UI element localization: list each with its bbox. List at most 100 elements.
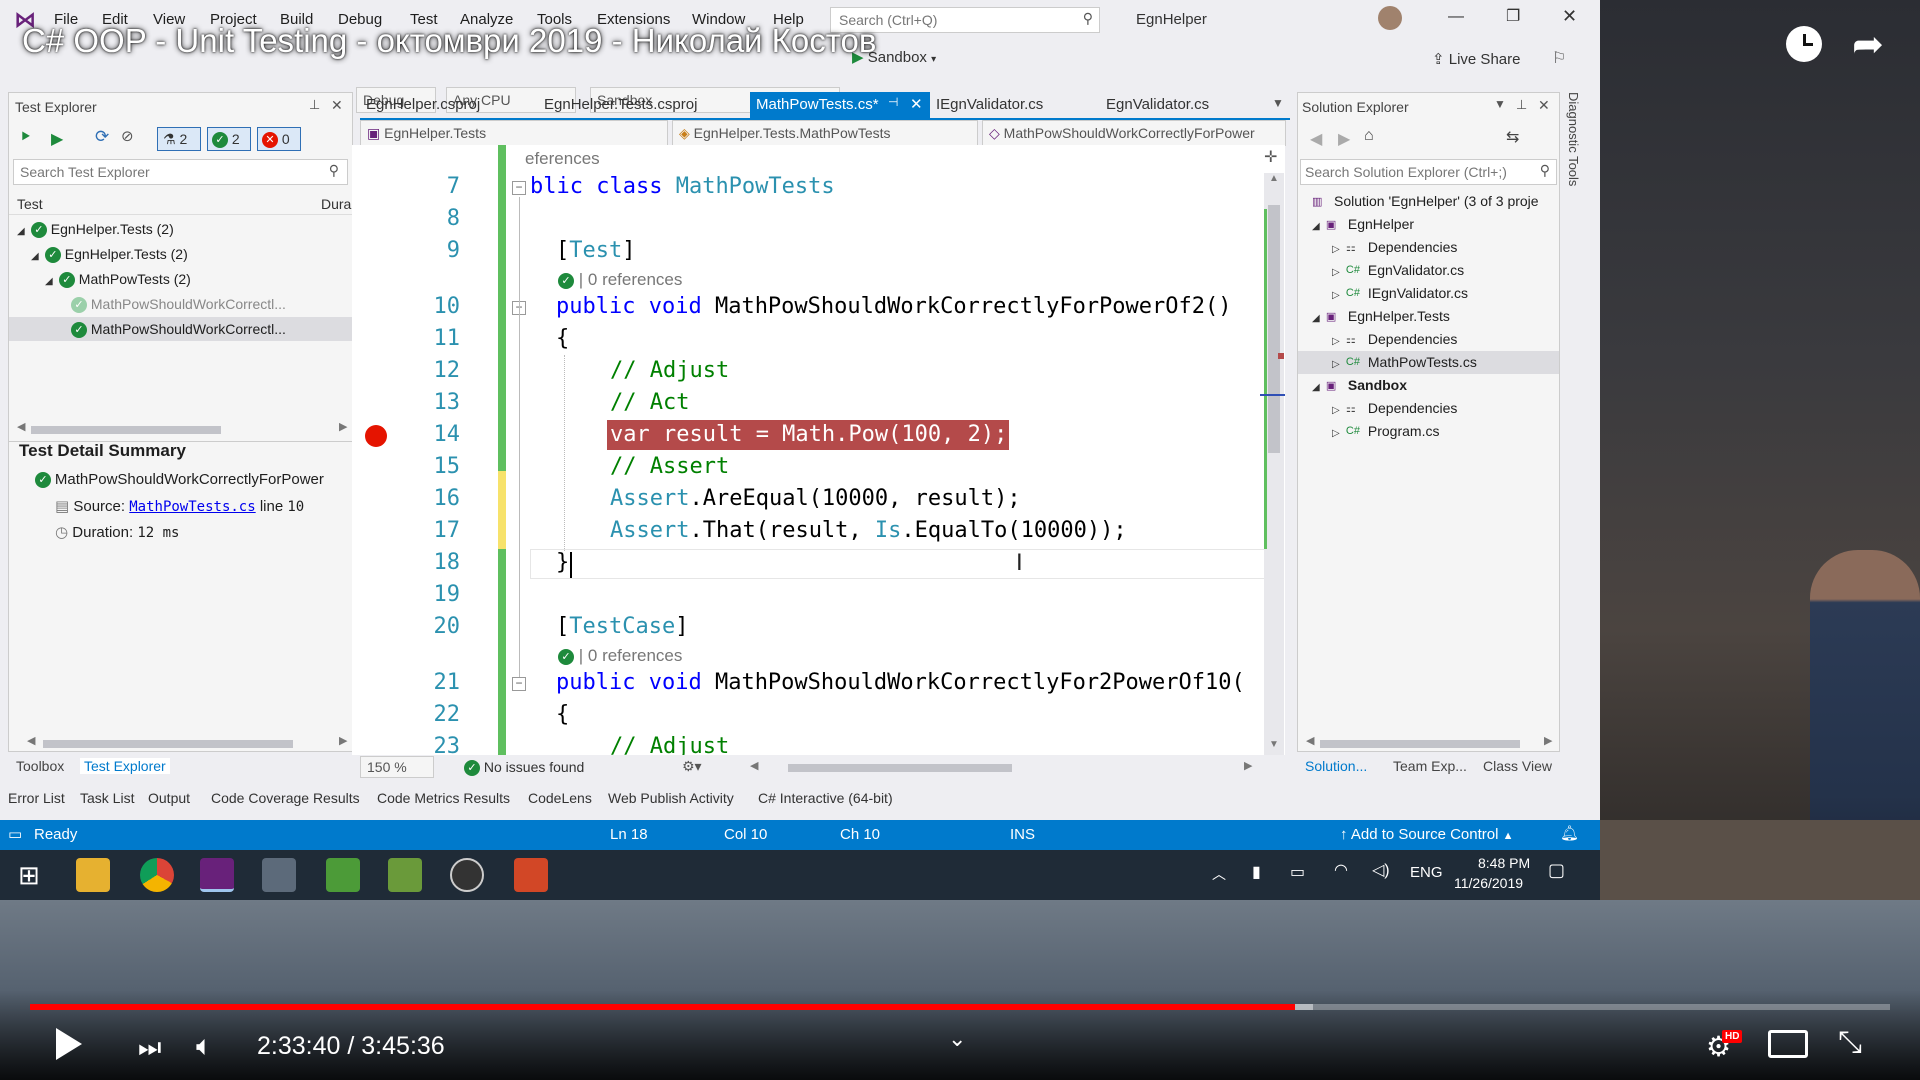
tab-toolbox[interactable]: Toolbox: [16, 758, 64, 774]
volume-tray-icon[interactable]: ◁): [1372, 860, 1390, 880]
tab-codelens[interactable]: CodeLens: [528, 790, 592, 806]
scroll-right-icon[interactable]: ▶: [1244, 759, 1252, 772]
back-icon[interactable]: ◀: [1310, 129, 1322, 149]
scroll-right-icon[interactable]: ▶: [339, 734, 347, 747]
minimize-icon[interactable]: —: [1448, 8, 1464, 26]
failed-tests-filter[interactable]: ✕ 0: [257, 127, 301, 151]
tab-egnhelper-tests-csproj[interactable]: EgnHelper.Tests.csproj: [544, 96, 697, 113]
issues-indicator[interactable]: ✓ No issues found: [464, 759, 584, 777]
code-editor[interactable]: eferences ✛ 7 8 9 10 11 12 13 14 15 16 1…: [352, 145, 1285, 755]
project-egnhelper[interactable]: ◢ ▣ EgnHelper: [1312, 216, 1414, 232]
notification-bell-icon[interactable]: 🔔︎: [1560, 824, 1579, 842]
action-center-icon[interactable]: ▢: [1548, 860, 1565, 881]
tab-csharp-interactive[interactable]: C# Interactive (64-bit): [758, 790, 893, 806]
close-panel-icon[interactable]: ✕: [331, 97, 343, 114]
file-egnvalidator[interactable]: ▷ C# EgnValidator.cs: [1332, 262, 1464, 278]
codelens-row[interactable]: ✓ | 0 references: [558, 270, 682, 290]
file-program[interactable]: ▷ C# Program.cs: [1332, 423, 1439, 439]
brush-icon[interactable]: ⚙▾: [682, 758, 702, 775]
scroll-thumb[interactable]: [1320, 740, 1520, 748]
cast-icon[interactable]: [1768, 1030, 1808, 1058]
tab-test-explorer[interactable]: Test Explorer: [80, 758, 170, 774]
file-iegnvalidator[interactable]: ▷ C# IEgnValidator.cs: [1332, 285, 1468, 301]
test-tree-node-selected[interactable]: ✓ MathPowShouldWorkCorrectl...: [71, 321, 286, 339]
test-tree-node[interactable]: ◢ ✓ EgnHelper.Tests (2): [17, 221, 174, 239]
refresh-icon[interactable]: ⟳: [95, 127, 109, 147]
scroll-up-icon[interactable]: ▲: [1269, 173, 1279, 184]
tree-scrollbar[interactable]: ◀ ▶: [17, 420, 347, 435]
chevron-down-icon[interactable]: ⌄: [948, 1026, 966, 1052]
tab-class-view[interactable]: Class View: [1483, 758, 1552, 774]
feedback-icon[interactable]: ⚐: [1552, 48, 1566, 68]
tab-mathpowtests-active[interactable]: MathPowTests.cs* ⊣ ✕: [750, 92, 930, 118]
ide-splitter-icon[interactable]: ✛: [1264, 147, 1277, 167]
exit-fullscreen-icon[interactable]: ⤡: [1838, 1026, 1862, 1060]
zoom-dropdown[interactable]: 150 %: [360, 756, 434, 778]
cancel-icon[interactable]: ⊘: [121, 127, 134, 145]
scroll-left-icon[interactable]: ◀: [1306, 734, 1314, 747]
solution-scrollbar[interactable]: ◀ ▶: [1306, 734, 1556, 749]
tab-team-explorer[interactable]: Team Exp...: [1393, 758, 1467, 774]
tab-close-icon[interactable]: ✕: [910, 95, 923, 113]
chrome-icon[interactable]: [140, 858, 174, 892]
user-avatar[interactable]: [1378, 6, 1402, 30]
forward-icon[interactable]: ▶: [1338, 129, 1350, 149]
test-tree-node[interactable]: ◢ ✓ EgnHelper.Tests (2): [31, 246, 188, 264]
watch-later-icon[interactable]: [1786, 26, 1822, 62]
app-icon[interactable]: [262, 858, 296, 892]
test-search-input[interactable]: Search Test Explorer ⚲: [13, 159, 348, 185]
tab-pin-icon[interactable]: ⊣: [888, 95, 898, 109]
run-icon[interactable]: ▶: [51, 129, 63, 149]
live-share-button[interactable]: ⇪ Live Share: [1432, 50, 1520, 68]
tab-task-list[interactable]: Task List: [80, 790, 134, 806]
progress-bar[interactable]: [30, 1004, 1890, 1010]
tab-egnvalidator[interactable]: EgnValidator.cs: [1106, 96, 1209, 113]
vertical-scrollbar[interactable]: ▲ ▼: [1260, 173, 1285, 755]
project-sandbox[interactable]: ◢ ▣ Sandbox: [1312, 377, 1407, 393]
app-icon[interactable]: [388, 858, 422, 892]
member-dropdown[interactable]: ◇ MathPowShouldWorkCorrectlyForPower: [982, 120, 1286, 146]
scroll-thumb[interactable]: [1268, 205, 1280, 453]
windows-start-icon[interactable]: ⊞: [18, 860, 40, 891]
scroll-right-icon[interactable]: ▶: [1544, 734, 1552, 747]
visual-studio-icon[interactable]: [200, 858, 234, 892]
codelens-row[interactable]: ✓ | 0 references: [558, 646, 682, 666]
next-icon[interactable]: ⏭︎: [138, 1032, 161, 1064]
collapse-icon[interactable]: −: [512, 181, 526, 195]
add-to-source-control[interactable]: ↑ Add to Source Control ▲: [1340, 826, 1514, 843]
microphone-icon[interactable]: ▮: [1252, 862, 1261, 882]
class-dropdown[interactable]: ◈ EgnHelper.Tests.MathPowTests: [672, 120, 978, 146]
volume-icon[interactable]: 🔈︎: [196, 1030, 213, 1063]
scroll-thumb[interactable]: [43, 740, 293, 748]
powerpoint-icon[interactable]: [514, 858, 548, 892]
tab-code-metrics[interactable]: Code Metrics Results: [377, 790, 510, 806]
project-dropdown[interactable]: ▣ EgnHelper.Tests: [360, 120, 668, 146]
test-tree-node[interactable]: ◢ ✓ MathPowTests (2): [45, 271, 191, 289]
tab-code-coverage[interactable]: Code Coverage Results: [211, 790, 360, 806]
scroll-left-icon[interactable]: ◀: [750, 759, 758, 772]
project-egnhelper-tests[interactable]: ◢ ▣ EgnHelper.Tests: [1312, 308, 1450, 324]
dependencies-node[interactable]: ▷ ⚏ Dependencies: [1332, 400, 1457, 416]
tab-overflow-icon[interactable]: ▼: [1272, 96, 1284, 110]
solution-search-input[interactable]: Search Solution Explorer (Ctrl+;) ⚲: [1300, 159, 1557, 185]
tray-chevron-icon[interactable]: ︿: [1212, 864, 1226, 884]
collapse-icon[interactable]: −: [512, 677, 526, 691]
wifi-icon[interactable]: ◠: [1334, 860, 1348, 880]
language-indicator[interactable]: ENG: [1410, 864, 1443, 881]
test-tree-node[interactable]: ✓ MathPowShouldWorkCorrectl...: [71, 296, 286, 314]
h-scroll-thumb[interactable]: [788, 764, 1012, 772]
scroll-left-icon[interactable]: ◀: [27, 734, 35, 747]
dependencies-node[interactable]: ▷ ⚏ Dependencies: [1332, 331, 1457, 347]
source-link[interactable]: MathPowTests.cs: [129, 499, 255, 515]
scroll-left-icon[interactable]: ◀: [17, 420, 25, 433]
tab-output[interactable]: Output: [148, 790, 190, 806]
tab-egnhelper-csproj[interactable]: EgnHelper.csproj: [366, 96, 480, 113]
scroll-right-icon[interactable]: ▶: [339, 420, 347, 433]
tab-solution[interactable]: Solution...: [1305, 758, 1367, 774]
clock-time[interactable]: 8:48 PM: [1478, 855, 1530, 871]
scroll-down-icon[interactable]: ▼: [1269, 739, 1279, 750]
share-icon[interactable]: ➦: [1852, 22, 1884, 67]
diagnostic-tools-tab[interactable]: Diagnostic Tools: [1566, 92, 1581, 186]
detail-scrollbar[interactable]: ◀ ▶: [27, 734, 347, 749]
home-icon[interactable]: ⌂: [1364, 127, 1374, 145]
